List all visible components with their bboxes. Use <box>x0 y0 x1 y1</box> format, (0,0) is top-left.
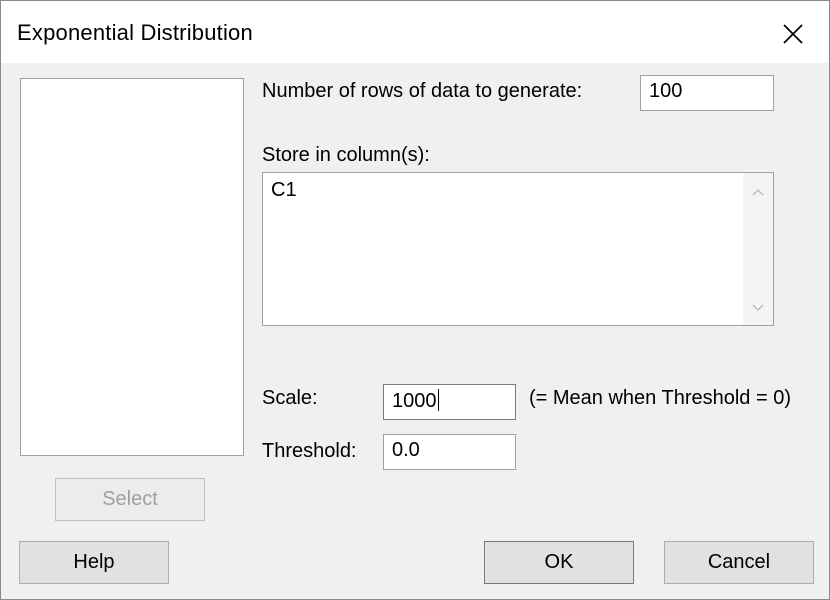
store-scrollbar[interactable] <box>743 173 773 325</box>
scale-note: (= Mean when Threshold = 0) <box>529 387 792 409</box>
store-columns-value: C1 <box>271 179 297 201</box>
text-caret <box>437 389 439 411</box>
ok-button[interactable]: OK <box>484 541 634 584</box>
store-columns-input[interactable]: C1 <box>262 172 774 326</box>
close-button[interactable] <box>771 15 815 53</box>
scale-label: Scale: <box>262 387 318 409</box>
threshold-label: Threshold: <box>262 440 357 462</box>
scale-input[interactable]: 1000 <box>383 384 516 420</box>
scale-value: 1000 <box>392 390 437 412</box>
variable-list[interactable] <box>20 78 244 456</box>
close-icon <box>783 24 803 44</box>
select-button[interactable]: Select <box>55 478 205 521</box>
store-label: Store in column(s): <box>262 144 430 166</box>
rows-input[interactable]: 100 <box>640 75 774 111</box>
cancel-button[interactable]: Cancel <box>664 541 814 584</box>
chevron-down-icon[interactable] <box>751 301 765 315</box>
dialog-title: Exponential Distribution <box>17 20 253 45</box>
title-bar: Exponential Distribution <box>1 1 829 63</box>
chevron-up-icon[interactable] <box>751 185 765 199</box>
exponential-distribution-dialog: Exponential Distribution Select Number o… <box>0 0 830 600</box>
threshold-input[interactable]: 0.0 <box>383 434 516 470</box>
help-button[interactable]: Help <box>19 541 169 584</box>
rows-label: Number of rows of data to generate: <box>262 80 583 102</box>
